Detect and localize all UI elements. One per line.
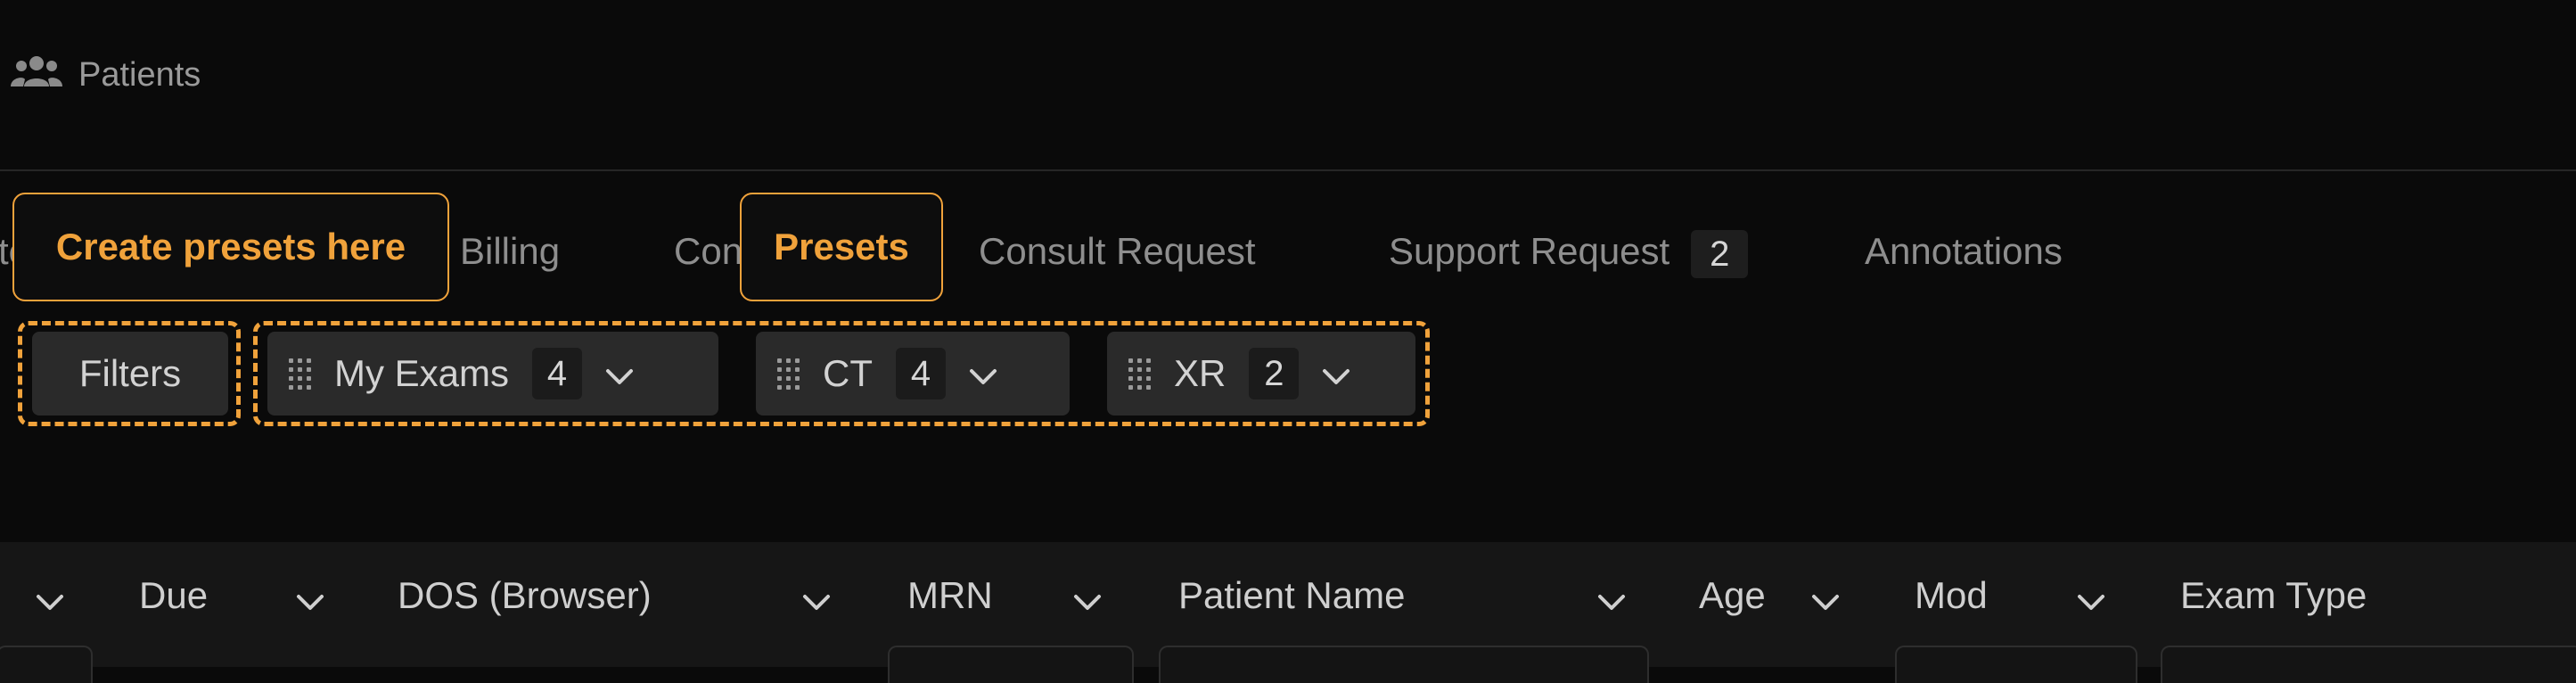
chevron-down-icon[interactable] (296, 578, 324, 621)
column-header-mod[interactable]: Mod (1915, 567, 2111, 624)
preset-label: My Exams (334, 352, 510, 394)
column-header-age[interactable]: Age (1699, 567, 1845, 624)
filters-button[interactable]: Filters (32, 332, 228, 416)
patients-link[interactable]: Patients (11, 52, 201, 98)
column-header-label: Mod (1915, 574, 1988, 616)
create-presets-callout-text: Create presets here (55, 226, 406, 267)
count-badge: 2 (1691, 229, 1749, 278)
column-header-due[interactable]: Due (139, 567, 330, 624)
chevron-down-icon[interactable] (969, 352, 997, 395)
chevron-down-icon[interactable] (1597, 578, 1626, 621)
chevron-down-icon[interactable] (802, 578, 831, 621)
chevron-down-icon[interactable] (1811, 578, 1840, 621)
column-header-mrn[interactable]: MRN (907, 567, 1107, 624)
preset-ct[interactable]: CT 4 (756, 332, 1070, 416)
preset-count: 4 (896, 348, 946, 399)
column-header-label: Due (139, 574, 209, 616)
chevron-down-icon[interactable] (1073, 578, 1102, 621)
column-header-label: MRN (907, 574, 993, 616)
drag-handle-icon[interactable] (289, 358, 311, 390)
column-header-label: Patient Name (1178, 574, 1406, 616)
preset-count: 2 (1249, 348, 1300, 399)
preset-label: CT (823, 352, 873, 394)
tab-partial[interactable]: te (0, 225, 12, 278)
filters-button-label: Filters (78, 352, 182, 394)
tab-annotations[interactable]: Annotations (1865, 225, 2063, 278)
tab-partial-con[interactable]: Con (674, 225, 742, 278)
column-filter-input[interactable] (0, 646, 93, 683)
preset-xr[interactable]: XR 2 (1107, 332, 1415, 416)
users-icon (11, 53, 62, 97)
column-header-label: Exam Type (2180, 574, 2367, 616)
column-filter-input[interactable] (2161, 646, 2576, 683)
tab-consult-request[interactable]: Consult Request (979, 225, 1256, 278)
column-filter-input[interactable] (1159, 646, 1649, 683)
chevron-down-icon[interactable] (2077, 578, 2105, 621)
column-filter-input[interactable] (888, 646, 1134, 683)
column-header-label: DOS (Browser) (398, 574, 652, 616)
presets-callout: Presets (740, 193, 943, 301)
create-presets-callout: Create presets here (12, 193, 449, 301)
top-bar (0, 0, 2576, 171)
column-header-patient-name[interactable]: Patient Name (1178, 567, 1635, 624)
tab-billing[interactable]: Billing (460, 225, 560, 278)
tab-support-request-label: Support Request (1389, 230, 1670, 272)
column-header-partial[interactable] (36, 567, 68, 624)
preset-label: XR (1174, 352, 1226, 394)
patients-label: Patients (78, 55, 201, 94)
column-header-dos[interactable]: DOS (Browser) (398, 567, 836, 624)
drag-handle-icon[interactable] (777, 358, 800, 390)
column-header-label: Age (1699, 574, 1766, 616)
preset-count: 4 (532, 348, 583, 399)
presets-callout-text: Presets (774, 226, 909, 267)
tab-support-request[interactable]: Support Request 2 (1389, 225, 1749, 278)
column-header-exam-type[interactable]: Exam Type (2180, 567, 2448, 624)
chevron-down-icon[interactable] (1322, 352, 1350, 395)
chevron-down-icon[interactable] (605, 352, 634, 395)
drag-handle-icon[interactable] (1128, 358, 1151, 390)
chevron-down-icon[interactable] (36, 578, 64, 621)
column-filter-input[interactable] (1895, 646, 2137, 683)
preset-my-exams[interactable]: My Exams 4 (267, 332, 718, 416)
